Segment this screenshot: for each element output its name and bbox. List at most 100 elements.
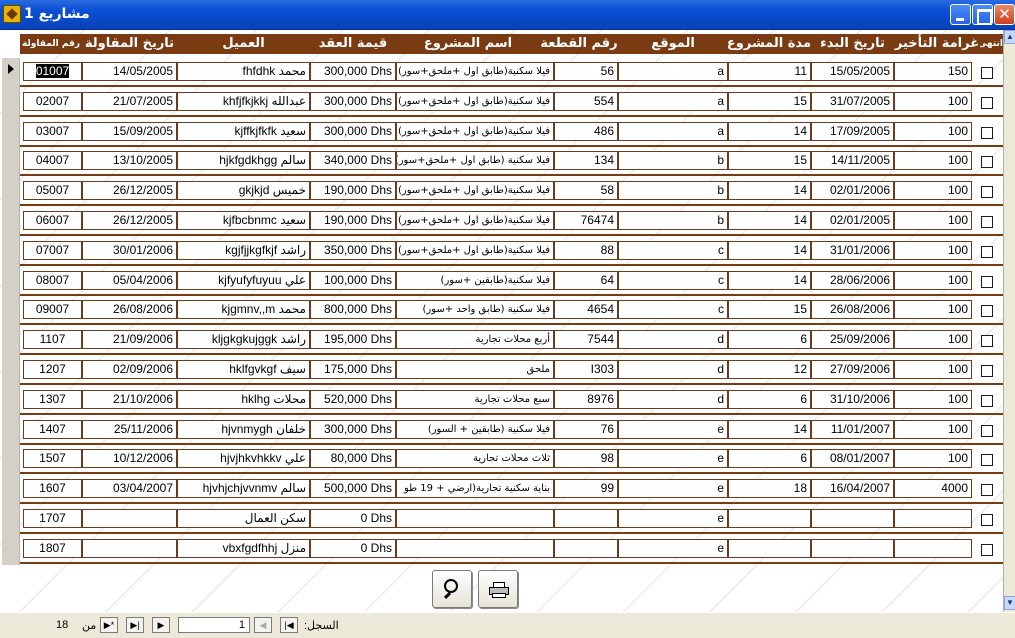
plot-number-field[interactable] — [554, 538, 618, 558]
duration-field[interactable]: 14 — [728, 270, 811, 290]
penalty-field[interactable]: 100 — [894, 300, 972, 320]
search-button[interactable] — [432, 570, 472, 608]
penalty-field[interactable]: 100 — [894, 181, 972, 201]
start-date-field[interactable]: 25/09/2006 — [811, 330, 894, 350]
client-field[interactable]: fhfdhk محمد — [177, 62, 310, 81]
record-selector[interactable] — [2, 177, 20, 208]
contract-number-field[interactable]: 1507 — [23, 449, 82, 469]
penalty-field[interactable]: 100 — [894, 449, 972, 469]
duration-field[interactable]: 14 — [728, 211, 811, 230]
contract-number-field[interactable]: 1407 — [23, 419, 82, 439]
vertical-scrollbar[interactable]: ▲ ▼ — [1003, 30, 1015, 612]
record-selector[interactable] — [2, 475, 20, 506]
location-field[interactable]: d — [618, 389, 728, 409]
duration-field[interactable]: 6 — [728, 330, 811, 350]
contract-value-field[interactable]: 80,000 Dhs — [310, 449, 396, 469]
project-name-field[interactable]: فيلا سكنية (طابق اول +ملحق+سور) — [396, 151, 554, 171]
penalty-field[interactable]: 4000 — [894, 479, 972, 499]
project-name-field[interactable]: فيلا سكنية(طابق اول +ملحق+سور) — [396, 181, 554, 201]
table-row[interactable]: 1307 21/10/2006 hklhg محلات 520,000 Dhs سبع … — [0, 385, 1003, 416]
client-field[interactable]: hjkfgdkhgg سالم — [177, 151, 310, 171]
finished-checkbox[interactable] — [981, 245, 993, 258]
location-field[interactable]: c — [618, 240, 728, 260]
client-field[interactable]: hjvnmygh خلفان — [177, 419, 310, 439]
penalty-field[interactable]: 100 — [894, 389, 972, 409]
finished-checkbox[interactable] — [981, 216, 993, 228]
app-icon[interactable] — [3, 5, 21, 23]
client-field[interactable]: hjvhjchjvvnmv سالم — [177, 479, 310, 499]
client-field[interactable]: hklfgvkgf سيف — [177, 360, 310, 379]
duration-field[interactable]: 15 — [728, 300, 811, 320]
record-selector[interactable] — [2, 266, 20, 297]
penalty-field[interactable]: 100 — [894, 419, 972, 439]
record-selector[interactable] — [2, 385, 20, 416]
contract-value-field[interactable]: 800,000 Dhs — [310, 300, 396, 320]
next-record-button[interactable]: ▶ — [152, 617, 170, 633]
plot-number-field[interactable]: I303 — [554, 360, 618, 379]
project-name-field[interactable]: فيلا سكنية(طابق اول +ملحق+سور) — [396, 240, 554, 260]
start-date-field[interactable]: 11/01/2007 — [811, 419, 894, 439]
duration-field[interactable] — [728, 509, 811, 528]
project-name-field[interactable]: ثلاث محلات تجارية — [396, 449, 554, 469]
plot-number-field[interactable]: 76 — [554, 419, 618, 439]
record-selector[interactable] — [2, 534, 20, 565]
penalty-field[interactable]: 100 — [894, 91, 972, 111]
finished-checkbox[interactable] — [981, 365, 993, 377]
table-row[interactable]: 1207 02/09/2006 hklfgvkgf سيف 175,000 Dhs مل… — [0, 356, 1003, 386]
project-name-field[interactable]: ملحق — [396, 360, 554, 379]
finished-checkbox[interactable] — [981, 454, 993, 467]
table-row[interactable]: 01007 14/05/2005 fhfdhk محمد 300,000 Dhs فيل… — [0, 58, 1003, 88]
plot-number-field[interactable]: 56 — [554, 62, 618, 81]
plot-number-field[interactable]: 98 — [554, 449, 618, 469]
finished-checkbox[interactable] — [981, 514, 993, 526]
table-row[interactable]: 02007 21/07/2005 khfjfkjkkj عبدالله 300,000… — [0, 87, 1003, 118]
first-record-button[interactable]: |◀ — [280, 617, 298, 633]
location-field[interactable]: d — [618, 360, 728, 379]
table-row[interactable]: 09007 26/08/2006 kjgmnv,,m محمد 800,000 Dhs… — [0, 296, 1003, 327]
contract-value-field[interactable]: 350,000 Dhs — [310, 240, 396, 260]
record-selector[interactable] — [2, 415, 20, 446]
start-date-field[interactable]: 27/09/2006 — [811, 360, 894, 379]
location-field[interactable]: e — [618, 449, 728, 469]
location-field[interactable]: c — [618, 300, 728, 320]
location-field[interactable]: b — [618, 181, 728, 201]
contract-number-field[interactable]: 07007 — [23, 240, 82, 260]
record-selector[interactable] — [2, 296, 20, 327]
contract-value-field[interactable]: 195,000 Dhs — [310, 330, 396, 350]
penalty-field[interactable] — [894, 538, 972, 558]
project-name-field[interactable] — [396, 538, 554, 558]
plot-number-field[interactable]: 58 — [554, 181, 618, 201]
contract-value-field[interactable]: 340,000 Dhs — [310, 151, 396, 171]
table-row[interactable]: 1407 25/11/2006 hjvnmygh خلفان 300,000 Dhs ف… — [0, 415, 1003, 446]
contract-date-field[interactable]: 03/04/2007 — [82, 479, 177, 499]
record-selector[interactable] — [2, 147, 20, 178]
contract-date-field[interactable]: 26/12/2005 — [82, 211, 177, 230]
plot-number-field[interactable]: 486 — [554, 121, 618, 141]
finished-checkbox[interactable] — [981, 305, 993, 318]
location-field[interactable]: e — [618, 538, 728, 558]
project-name-field[interactable]: فيلا سكنية (طابقين + السور) — [396, 419, 554, 439]
project-name-field[interactable]: فيلا سكنية(طابق اول +ملحق+سور) — [396, 62, 554, 81]
plot-number-field[interactable]: 8976 — [554, 389, 618, 409]
penalty-field[interactable]: 100 — [894, 330, 972, 350]
start-date-field[interactable]: 08/01/2007 — [811, 449, 894, 469]
plot-number-field[interactable]: 64 — [554, 270, 618, 290]
project-name-field[interactable]: فيلا سكنية(طابقين +سور) — [396, 270, 554, 290]
contract-number-field[interactable]: 04007 — [23, 151, 82, 171]
duration-field[interactable]: 18 — [728, 479, 811, 499]
table-row[interactable]: 06007 26/12/2005 kjfbcbnmc سعيد 190,000 Dhs… — [0, 207, 1003, 237]
location-field[interactable]: a — [618, 91, 728, 111]
contract-value-field[interactable]: 175,000 Dhs — [310, 360, 396, 379]
contract-value-field[interactable]: 500,000 Dhs — [310, 479, 396, 499]
scroll-up-icon[interactable]: ▲ — [1004, 30, 1015, 44]
start-date-field[interactable]: 31/10/2006 — [811, 389, 894, 409]
contract-number-field[interactable]: 06007 — [23, 211, 82, 230]
table-row[interactable]: 1607 03/04/2007 hjvhjchjvvnmv سالم 500,000 … — [0, 475, 1003, 506]
last-record-button[interactable]: ▶| — [126, 617, 144, 633]
project-name-field[interactable]: فيلا سكنية(طابق اول +ملحق+سور) — [396, 211, 554, 230]
penalty-field[interactable]: 150 — [894, 62, 972, 81]
start-date-field[interactable]: 26/08/2006 — [811, 300, 894, 320]
project-name-field[interactable] — [396, 509, 554, 528]
finished-checkbox[interactable] — [981, 156, 993, 169]
new-record-button[interactable]: ▶* — [100, 617, 118, 633]
